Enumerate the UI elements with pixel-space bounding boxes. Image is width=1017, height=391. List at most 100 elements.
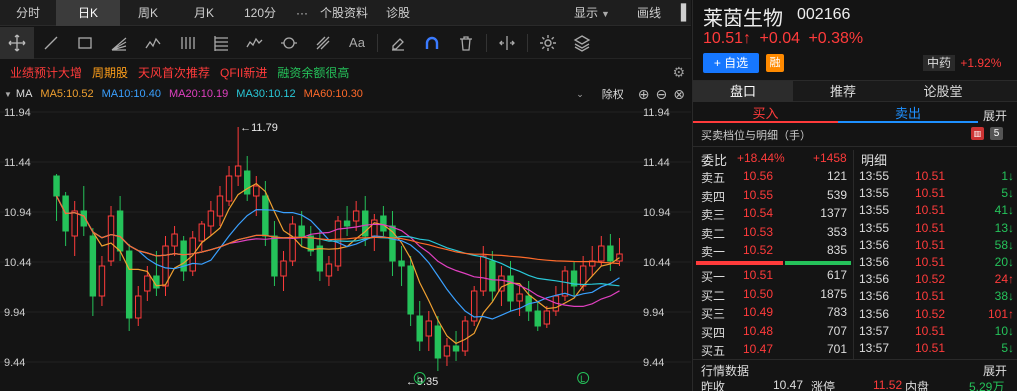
tag[interactable]: 融资余额很高 (277, 64, 349, 81)
margin-badge: 融 (766, 54, 784, 72)
bid-row[interactable]: 买二 10.50 1875 (693, 286, 853, 304)
expand-button[interactable]: 展开 (983, 107, 1007, 124)
level-count-badge[interactable]: 5 (990, 127, 1003, 140)
trash-icon[interactable] (449, 27, 483, 59)
tags-bar: 业绩预计大增 周期股 天风首次推荐 QFII新进 融资余额很高 ⚙ (0, 60, 691, 84)
eraser-icon[interactable] (381, 27, 415, 59)
level-label: 卖五 (701, 171, 726, 185)
fibonacci-icon[interactable] (204, 27, 238, 59)
bid-row[interactable]: 买三 10.49 783 (693, 304, 853, 322)
candle-body (116, 210, 124, 252)
display-dropdown[interactable]: 显示 ▼ (557, 0, 627, 26)
tab-daily-k[interactable]: 日K (56, 0, 120, 26)
candle-body (607, 245, 614, 262)
tab-monthly-k[interactable]: 月K (176, 0, 232, 26)
tab-recommend[interactable]: 推荐 (793, 81, 893, 102)
candle-body (443, 345, 451, 357)
tick-price: 10.52 (915, 306, 946, 321)
gear-icon[interactable]: ⚙ (672, 64, 685, 81)
fan-line-icon[interactable] (102, 27, 136, 59)
y-tick-label-left: 9.44 (4, 357, 25, 369)
wave-icon[interactable] (136, 27, 170, 59)
candle-body (325, 263, 333, 277)
candle-body (461, 320, 469, 352)
magnet-icon[interactable] (415, 27, 449, 59)
tick-row: 13:55 10.51 1↓ (853, 168, 1017, 186)
crosshair-icon[interactable] (0, 26, 34, 59)
text-icon[interactable]: Aa (340, 27, 374, 59)
ratio-pct: +18.44% (737, 151, 785, 165)
candle-body (262, 195, 269, 237)
tab-120min[interactable]: 120分 (232, 0, 288, 26)
ask-row[interactable]: 卖一 10.52 835 (693, 242, 853, 260)
split-icon[interactable] (490, 27, 524, 59)
tab-diagnosis[interactable]: 诊股 (372, 0, 424, 26)
candle-body (498, 275, 505, 292)
market-expand-button[interactable]: 展开 (983, 362, 1007, 379)
zoom-out-icon[interactable]: ⊖ (656, 86, 668, 103)
sell-button[interactable]: 卖出 (838, 105, 978, 123)
candle-body (489, 260, 496, 292)
collapse-icon[interactable]: ▐ (671, 0, 691, 26)
tick-time: 13:55 (859, 186, 890, 201)
limit-up-label: 涨停 (811, 380, 836, 391)
y-tick-label-right: 11.94 (643, 107, 670, 119)
chart-icon[interactable]: ▥ (971, 127, 984, 140)
parallel-lines-icon[interactable] (170, 27, 204, 59)
bid-row[interactable]: 买四 10.48 707 (693, 323, 853, 341)
candle-body (516, 293, 523, 302)
tag[interactable]: 天风首次推荐 (138, 64, 210, 81)
add-watchlist-button[interactable]: + 自选 (703, 53, 759, 73)
ask-row[interactable]: 卖二 10.53 353 (693, 224, 853, 242)
draw-line-button[interactable]: 画线 (627, 0, 671, 26)
level-label: 买一 (701, 270, 726, 284)
close-icon[interactable]: ⊗ (673, 86, 685, 103)
level-label: 卖一 (701, 245, 726, 260)
sector-badge[interactable]: 中药 +1.92% (923, 54, 1001, 72)
tab-stock-profile[interactable]: 个股资料 (316, 0, 372, 26)
layers-icon[interactable] (565, 27, 599, 59)
chevron-down-icon[interactable]: ⌄ (576, 89, 584, 100)
tab-forum[interactable]: 论股堂 (893, 81, 993, 102)
tag[interactable]: 业绩预计大增 (10, 64, 82, 81)
more-periods-button[interactable]: ··· (288, 0, 316, 26)
ask-row[interactable]: 卖五 10.56 121 (693, 168, 853, 186)
ratio-diff: +1458 (813, 151, 847, 165)
tag[interactable]: QFII新进 (220, 64, 267, 81)
tick-row: 13:55 10.51 5↓ (853, 185, 1017, 203)
buy-button[interactable]: 买入 (693, 105, 838, 123)
candle-body (207, 210, 215, 227)
wave-line-icon[interactable] (238, 27, 272, 59)
candle-body (125, 250, 133, 319)
candle-body (71, 210, 78, 237)
ex-rights-button[interactable]: 除权 (602, 86, 624, 102)
candle-body (534, 310, 541, 327)
tag[interactable]: 周期股 (92, 64, 128, 81)
line-segment-icon[interactable] (34, 27, 68, 59)
pitchfork-icon[interactable] (306, 27, 340, 59)
bid-row[interactable]: 买一 10.51 617 (693, 267, 853, 285)
ask-row[interactable]: 卖四 10.55 539 (693, 187, 853, 205)
bid-row[interactable]: 买五 10.47 701 (693, 341, 853, 359)
tick-volume: 10↓ (994, 323, 1014, 338)
candle-body (135, 295, 142, 319)
tab-weekly-k[interactable]: 周K (120, 0, 176, 26)
level-price: 10.55 (743, 187, 774, 202)
quote-panel: 莱茵生物 002166 10.51↑ +0.04 +0.38% + 自选 融 中… (692, 0, 1017, 391)
level-price: 10.47 (743, 342, 774, 357)
triangle-down-icon[interactable]: ▼ (4, 90, 12, 99)
tab-intraday[interactable]: 分时 (0, 0, 56, 26)
rectangle-icon[interactable] (68, 27, 102, 59)
candle-body (144, 275, 151, 292)
cycle-icon[interactable] (272, 27, 306, 59)
candlestick-chart[interactable]: 11.94 11.94 11.44 11.44 10.94 10.94 10.44 10.44… (0, 104, 691, 391)
ma30-line (55, 195, 620, 287)
candle-body (316, 245, 324, 272)
ask-row[interactable]: 卖三 10.54 1377 (693, 205, 853, 223)
tick-volume: 24↑ (994, 272, 1014, 287)
tab-order-book[interactable]: 盘口 (693, 81, 793, 102)
stock-code: 002166 (797, 6, 851, 23)
candle-body (171, 233, 178, 247)
zoom-in-icon[interactable]: ⊕ (638, 86, 650, 103)
settings-icon[interactable] (531, 27, 565, 59)
